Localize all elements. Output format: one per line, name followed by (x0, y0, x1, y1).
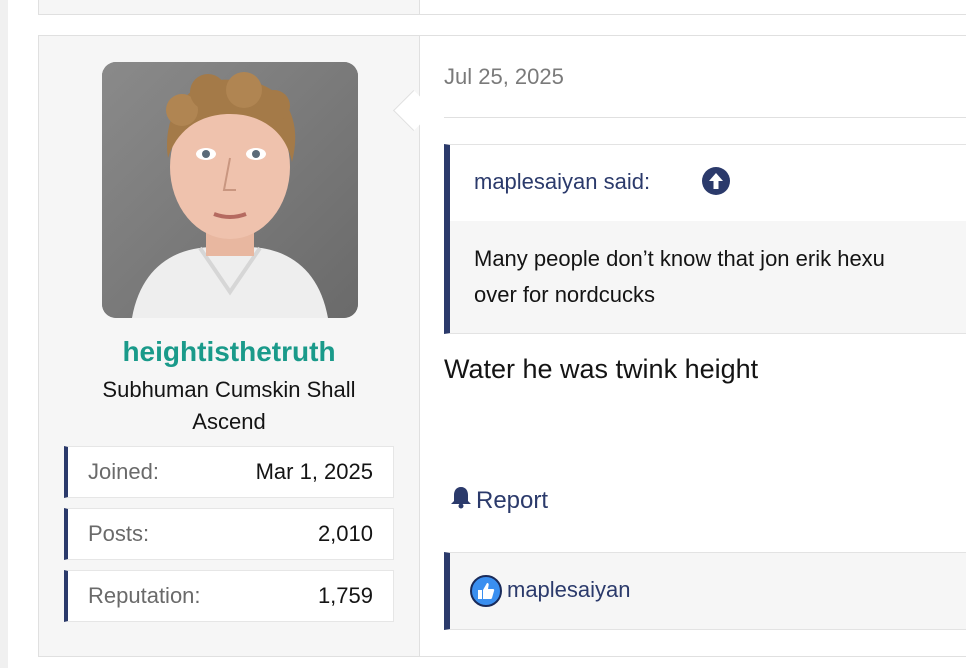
stat-joined: Joined: Mar 1, 2025 (64, 446, 394, 498)
username-link[interactable]: heightisthetruth (39, 336, 419, 368)
post-main: Jul 25, 2025 maplesaiyan said: Many peop… (420, 36, 966, 656)
stat-label: Reputation: (88, 583, 201, 608)
stat-value: 1,759 (317, 583, 373, 608)
avatar-photo (102, 62, 358, 318)
quote-author-link[interactable]: maplesaiyan said: (474, 169, 650, 195)
thumbs-up-icon[interactable] (470, 575, 502, 607)
post-message: Water he was twink height (444, 354, 759, 384)
avatar[interactable] (102, 62, 358, 318)
quote-text-line: over for nordcucks (474, 282, 655, 307)
report-button[interactable]: Report (450, 485, 548, 516)
stat-label: Posts: (88, 521, 150, 546)
reaction-user-link[interactable]: maplesaiyan (507, 577, 631, 603)
quote-content: Many people don’t know that jon erik hex… (450, 221, 966, 333)
forum-post: heightisthetruth Subhuman Cumskin Shall … (38, 35, 966, 657)
arrow-up-circle-icon[interactable] (702, 167, 730, 195)
quote-text-line: Many people don’t know that jon erik hex… (474, 246, 885, 271)
stat-label: Joined: (88, 459, 159, 484)
page-left-gutter (0, 0, 8, 668)
stat-posts: Posts: 2,010 (64, 508, 394, 560)
quote-header: maplesaiyan said: (450, 145, 966, 221)
reactions-bar: maplesaiyan (444, 552, 966, 630)
quote-block: maplesaiyan said: Many people don’t know… (444, 144, 966, 334)
post-header-divider (444, 117, 966, 118)
quote-text: Many people don’t know that jon erik hex… (474, 241, 966, 313)
report-label: Report (476, 486, 549, 514)
previous-post-bottom (38, 0, 966, 15)
previous-post-userblock (38, 0, 420, 14)
post-date[interactable]: Jul 25, 2025 (444, 64, 564, 90)
stat-reputation: Reputation: 1,759 (64, 570, 394, 622)
bell-icon (450, 485, 472, 516)
stat-value[interactable]: 2,010 (318, 521, 373, 547)
stat-value: Mar 1, 2025 (255, 459, 373, 484)
user-title: Subhuman Cumskin Shall Ascend (102, 377, 356, 434)
post-userblock: heightisthetruth Subhuman Cumskin Shall … (39, 36, 420, 656)
